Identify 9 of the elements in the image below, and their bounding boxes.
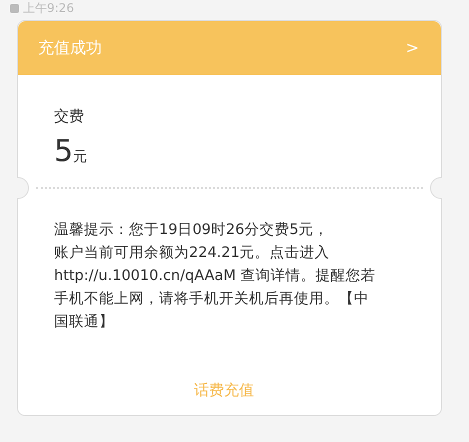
chevron-icon: > (406, 36, 419, 60)
card-header[interactable]: 充值成功 > (18, 21, 441, 75)
status-time: 上午9:26 (23, 0, 74, 17)
card-title: 充值成功 (38, 37, 102, 59)
amount: 5 元 (54, 134, 88, 170)
notification-icon (10, 4, 19, 12)
fee-label: 交费 (54, 106, 85, 127)
message-text: 温馨提示：您于19日09时26分交费5元， 账户当前可用余额为224.21元。点击进入 http://u.10010.cn/qAAaM 查询详情。提醒您若 手机不能上网，请将手机开关机后再使用。【中 国联通】 (54, 220, 376, 332)
recharge-link[interactable]: 话费充值 (194, 379, 254, 402)
